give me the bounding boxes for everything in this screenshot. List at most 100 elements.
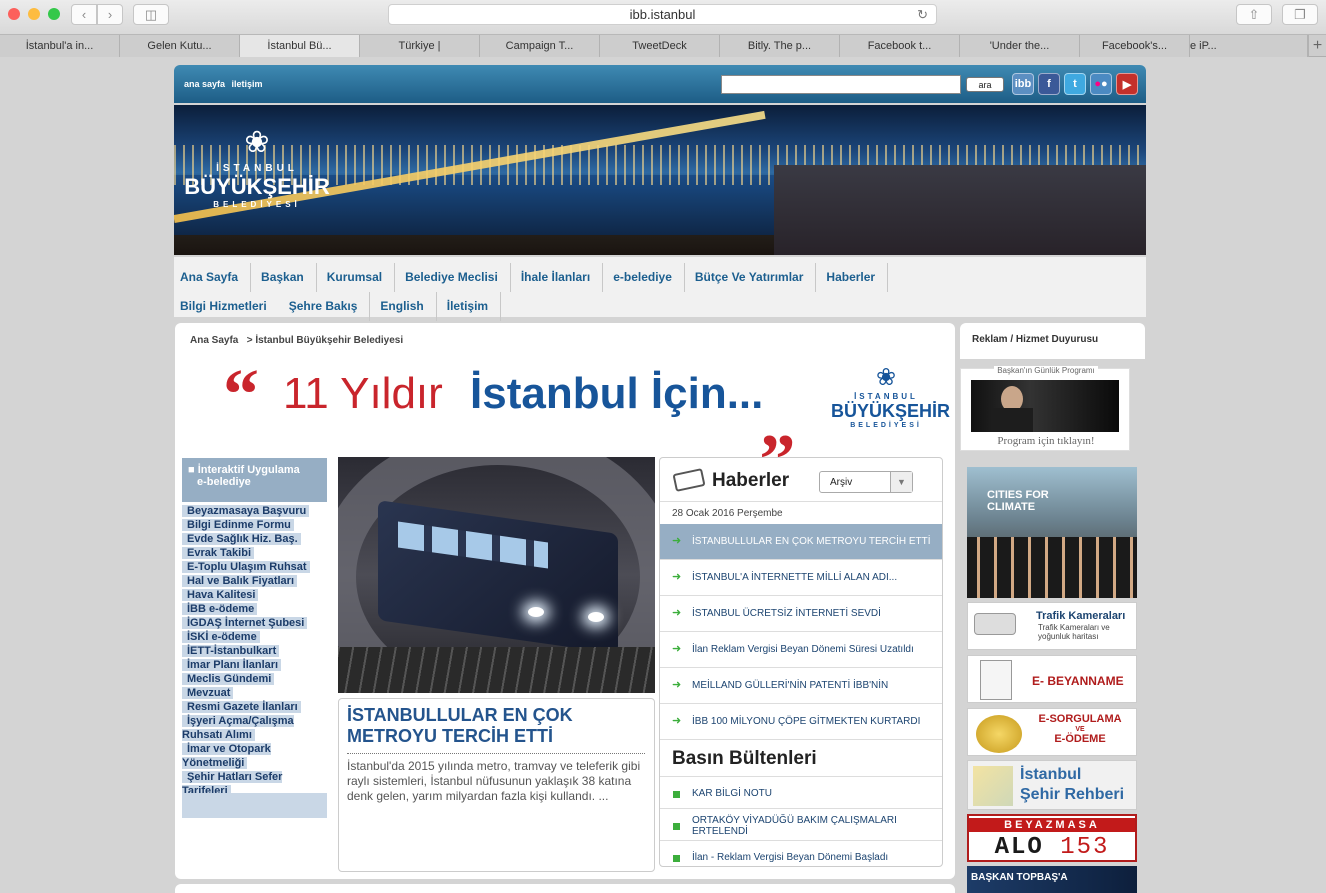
feature-text: İstanbul'da 2015 yılında metro, tramvay … (347, 759, 641, 803)
browser-tab[interactable]: e iP... (1190, 35, 1308, 57)
ibb-logo-small: ❀ İSTANBUL BÜYÜKŞEHİR BELEDİYESİ (831, 364, 951, 429)
close-window-button[interactable] (8, 8, 20, 20)
news-item[interactable]: ➜ MEİLLAND GÜLLERİ'NİN PATENTİ İBB'NİN (660, 668, 942, 704)
bulletin-item[interactable]: KAR BİLGİ NOTU (660, 776, 942, 810)
arrow-right-icon: ➜ (672, 607, 682, 619)
e-service-item[interactable]: Resmi Gazete İlanları (182, 700, 327, 714)
bulletin-item[interactable]: ORTAKÖY VİYADÜĞÜ BAKIM ÇALIŞMALARI ERTEL… (660, 808, 942, 842)
menu-item-e-belediye[interactable]: e-belediye (613, 263, 685, 292)
feature-image[interactable] (338, 457, 655, 693)
breadcrumb-home[interactable]: Ana Sayfa (190, 335, 238, 346)
e-service-item[interactable]: İşyeri Açma/Çalışma Ruhsatı Alımı (182, 714, 327, 742)
browser-tab[interactable]: İstanbul'a in... (0, 35, 120, 57)
traffic-cameras-banner[interactable]: Trafik Kameraları Trafik Kameraları ve y… (967, 602, 1137, 650)
forward-button[interactable]: › (97, 4, 123, 25)
back-button[interactable]: ‹ (71, 4, 97, 25)
new-tab-button[interactable]: + (1308, 35, 1326, 57)
menu-item-haberler[interactable]: Haberler (826, 263, 889, 292)
share-button[interactable]: ⇧ (1236, 4, 1272, 25)
search-input[interactable] (721, 75, 961, 94)
browser-tab[interactable]: Facebook's... (1080, 35, 1190, 57)
facebook-icon[interactable]: f (1038, 73, 1060, 95)
e-service-item[interactable]: Hal ve Balık Fiyatları (182, 574, 327, 588)
tab-bar: İstanbul'a in... Gelen Kutu... İstanbul … (0, 35, 1326, 57)
cities-for-climate-banner[interactable]: CITIES FOR CLIMATE (967, 467, 1137, 598)
news-item[interactable]: ➜ İSTANBUL'A İNTERNETTE MİLLİ ALAN ADI... (660, 560, 942, 596)
menu-item-ana-sayfa[interactable]: Ana Sayfa (180, 263, 252, 292)
e-service-item[interactable]: Bilgi Edinme Formu (182, 518, 327, 532)
lower-content-card (175, 884, 955, 893)
e-service-item[interactable]: İmar Planı İlanları (182, 658, 327, 672)
address-bar[interactable]: ibb.istanbul ↻ (388, 4, 937, 25)
menu-item-kurumsal[interactable]: Kurumsal (327, 263, 396, 292)
city-guide-banner[interactable]: İstanbul Şehir Rehberi (967, 760, 1137, 810)
e-service-item[interactable]: Evrak Takibi (182, 546, 327, 560)
arrow-right-icon: ➜ (672, 535, 682, 547)
browser-tab-active[interactable]: İstanbul Bü... (240, 35, 360, 57)
e-beyanname-banner[interactable]: E- BEYANNAME (967, 655, 1137, 703)
mayor-program-link[interactable]: Program için tıklayın! (961, 435, 1131, 447)
ibb-icon[interactable]: ibb (1012, 73, 1034, 95)
menu-item-iletisim[interactable]: İletişim (447, 292, 502, 321)
youtube-icon[interactable]: ▶ (1116, 73, 1138, 95)
menu-item-belediye-meclisi[interactable]: Belediye Meclisi (405, 263, 511, 292)
site-logo[interactable]: ❀ İSTANBUL BÜYÜKŞEHİR BELEDİYESİ (182, 123, 332, 209)
news-item[interactable]: ➜ İSTANBULLULAR EN ÇOK METROYU TERCİH ETT… (660, 524, 942, 560)
e-service-item[interactable]: Hava Kalitesi (182, 588, 327, 602)
twitter-icon[interactable]: t (1064, 73, 1086, 95)
browser-tab[interactable]: Türkiye | (360, 35, 480, 57)
contact-link[interactable]: iletişim (232, 79, 263, 89)
home-link[interactable]: ana sayfa (184, 79, 225, 89)
e-service-item[interactable]: İSKİ e-ödeme (182, 630, 327, 644)
e-service-item[interactable]: İGDAŞ İnternet Şubesi (182, 616, 327, 630)
camera-icon (974, 613, 1016, 635)
e-services-list: Beyazmasaya Başvuru Bilgi Edinme Formu Evd… (182, 504, 327, 798)
e-service-item[interactable]: İBB e-ödeme (182, 602, 327, 616)
menu-item-sehre-bakis[interactable]: Şehre Bakış (289, 292, 371, 321)
news-item[interactable]: ➜ İSTANBUL ÜCRETSİZ İNTERNETİ SEVDİ (660, 596, 942, 632)
tabs-overview-button[interactable]: ❐ (1282, 4, 1318, 25)
menu-item-butce[interactable]: Bütçe Ve Yatırımlar (695, 263, 817, 292)
e-services-panel: ■ İnteraktif Uygulama e-belediye Beyazma… (182, 458, 327, 818)
news-title: Haberler (712, 470, 790, 491)
archive-select[interactable]: Arşiv ▼ (819, 471, 913, 493)
feature-title[interactable]: İSTANBULLULAR EN ÇOK METROYU TERCİH ETTİ (347, 705, 647, 747)
zoom-window-button[interactable] (48, 8, 60, 20)
e-service-item[interactable]: E-Toplu Ulaşım Ruhsat (182, 560, 327, 574)
browser-tab[interactable]: Bitly. The p... (720, 35, 840, 57)
e-service-item[interactable]: İmar ve Otopark Yönetmeliği (182, 742, 327, 770)
browser-tab[interactable]: Facebook t... (840, 35, 960, 57)
minimize-window-button[interactable] (28, 8, 40, 20)
menu-item-baskan[interactable]: Başkan (261, 263, 317, 292)
e-service-item[interactable]: İETT-İstanbulkart (182, 644, 327, 658)
news-item[interactable]: ➜ İlan Reklam Vergisi Beyan Dönemi Süresi… (660, 632, 942, 668)
web-page: ana sayfa iletişim ara ibb f t ● ● ▶ ❀ İS… (0, 58, 1326, 893)
e-service-item[interactable]: Evde Sağlık Hiz. Baş. (182, 532, 327, 546)
mayor-program-box[interactable]: Başkan'ın Günlük Programı Program için t… (960, 366, 1131, 451)
news-date: 28 Ocak 2016 Perşembe (672, 508, 783, 519)
sidebar-button[interactable]: ◫ (133, 4, 169, 25)
news-item[interactable]: ➜ İBB 100 MİLYONU ÇÖPE GİTMEKTEN KURTARDI (660, 704, 942, 740)
e-service-item[interactable]: Mevzuat (182, 686, 327, 700)
browser-tab[interactable]: 'Under the... (960, 35, 1080, 57)
search-button[interactable]: ara (966, 77, 1004, 92)
feature-caption: İSTANBULLULAR EN ÇOK METROYU TERCİH ETTİ… (338, 698, 655, 872)
menu-item-ihale-ilanlari[interactable]: İhale İlanları (521, 263, 604, 292)
menu-item-bilgi-hizmetleri[interactable]: Bilgi Hizmetleri (180, 292, 279, 321)
ibb-emblem-icon: ❀ (875, 364, 897, 391)
browser-tab[interactable]: TweetDeck (600, 35, 720, 57)
baskan-topbas-banner[interactable]: BAŞKAN TOPBAŞ'A (967, 866, 1137, 893)
plus-icon: + (1312, 37, 1323, 54)
e-service-item[interactable]: Meclis Gündemi (182, 672, 327, 686)
e-service-item[interactable]: Beyazmasaya Başvuru (182, 504, 327, 518)
bulletin-item[interactable]: İlan - Reklam Vergisi Beyan Dönemi Başla… (660, 840, 942, 866)
browser-tab[interactable]: Campaign T... (480, 35, 600, 57)
menu-item-english[interactable]: English (380, 292, 437, 321)
slogan-banner[interactable]: “ 11 Yıldır İstanbul İçin... „ ❀ İSTANBU… (223, 354, 953, 462)
browser-tab[interactable]: Gelen Kutu... (120, 35, 240, 57)
reload-icon[interactable]: ↻ (917, 7, 928, 23)
flickr-icon[interactable]: ● ● (1090, 73, 1112, 95)
e-sorgulama-banner[interactable]: E-SORGULAMA VE E-ÖDEME (967, 708, 1137, 756)
beyazmasa-alo-153-banner[interactable]: BEYAZMASA ALO 153 (967, 814, 1137, 862)
chevron-left-icon: ‹ (81, 7, 87, 22)
